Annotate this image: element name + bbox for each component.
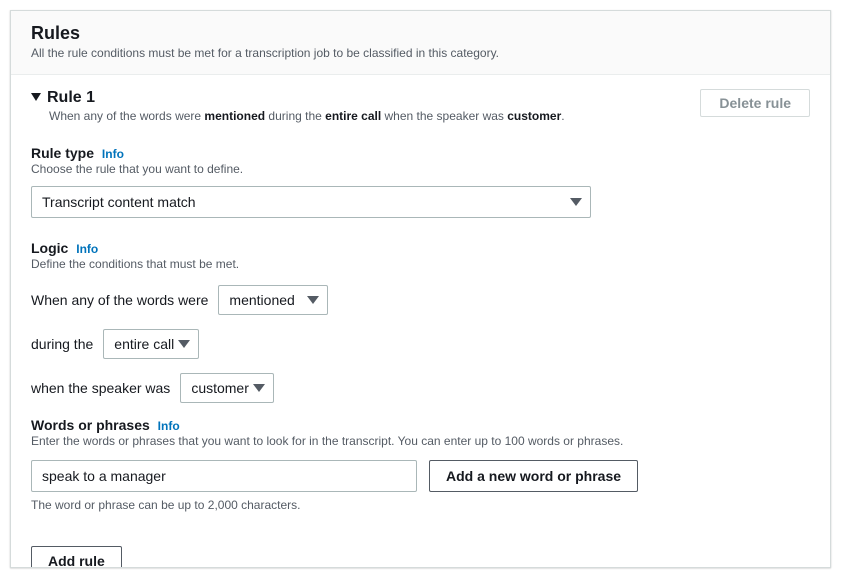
mention-value: mentioned: [229, 292, 294, 308]
speaker-select[interactable]: customer: [180, 373, 274, 403]
speaker-value: customer: [191, 380, 249, 396]
words-input-row: Add a new word or phrase: [31, 460, 810, 492]
rules-panel: Rules All the rule conditions must be me…: [10, 10, 831, 568]
logic-row-text: during the: [31, 336, 93, 352]
rule-type-section: Rule type Info Choose the rule that you …: [31, 145, 810, 218]
words-input[interactable]: [31, 460, 417, 492]
words-section: Words or phrases Info Enter the words or…: [31, 417, 810, 512]
panel-body: Rule 1 When any of the words were mentio…: [11, 75, 830, 567]
logic-row-during: during the entire call: [31, 329, 810, 359]
rule-title: Rule 1: [47, 89, 95, 107]
rule-title-row[interactable]: Rule 1: [31, 89, 700, 107]
mention-select[interactable]: mentioned: [218, 285, 327, 315]
words-label: Words or phrases: [31, 417, 150, 433]
add-rule-button[interactable]: Add rule: [31, 546, 122, 567]
chevron-down-icon: [307, 296, 319, 304]
panel-header: Rules All the rule conditions must be me…: [11, 11, 830, 75]
logic-help: Define the conditions that must be met.: [31, 257, 810, 271]
logic-rows: When any of the words were mentioned dur…: [31, 285, 810, 403]
logic-row-speaker: when the speaker was customer: [31, 373, 810, 403]
words-tiny-help: The word or phrase can be up to 2,000 ch…: [31, 498, 810, 512]
words-info-link[interactable]: Info: [158, 419, 180, 433]
rule-type-select[interactable]: Transcript content match: [31, 186, 591, 218]
during-select[interactable]: entire call: [103, 329, 199, 359]
rule-type-value: Transcript content match: [42, 194, 196, 210]
rule-summary: When any of the words were mentioned dur…: [49, 109, 700, 123]
logic-row-text: when the speaker was: [31, 380, 170, 396]
logic-info-link[interactable]: Info: [76, 242, 98, 256]
rule-type-label: Rule type: [31, 145, 94, 161]
collapse-icon: [31, 93, 41, 103]
add-phrase-button[interactable]: Add a new word or phrase: [429, 460, 638, 492]
logic-label: Logic: [31, 240, 68, 256]
rule-type-help: Choose the rule that you want to define.: [31, 162, 810, 176]
delete-rule-button[interactable]: Delete rule: [700, 89, 810, 117]
panel-title: Rules: [31, 23, 810, 44]
logic-row-mention: When any of the words were mentioned: [31, 285, 810, 315]
rule-title-block: Rule 1 When any of the words were mentio…: [31, 89, 700, 123]
logic-row-text: When any of the words were: [31, 292, 208, 308]
chevron-down-icon: [253, 384, 265, 392]
rule-type-info-link[interactable]: Info: [102, 147, 124, 161]
panel-subtitle: All the rule conditions must be met for …: [31, 46, 810, 60]
add-rule-block: Add rule You can add up to 19 more rules…: [31, 546, 810, 567]
chevron-down-icon: [178, 340, 190, 348]
chevron-down-icon: [570, 198, 582, 206]
words-help: Enter the words or phrases that you want…: [31, 434, 810, 448]
rule-header-row: Rule 1 When any of the words were mentio…: [31, 89, 810, 123]
logic-section: Logic Info Define the conditions that mu…: [31, 240, 810, 403]
during-value: entire call: [114, 336, 174, 352]
